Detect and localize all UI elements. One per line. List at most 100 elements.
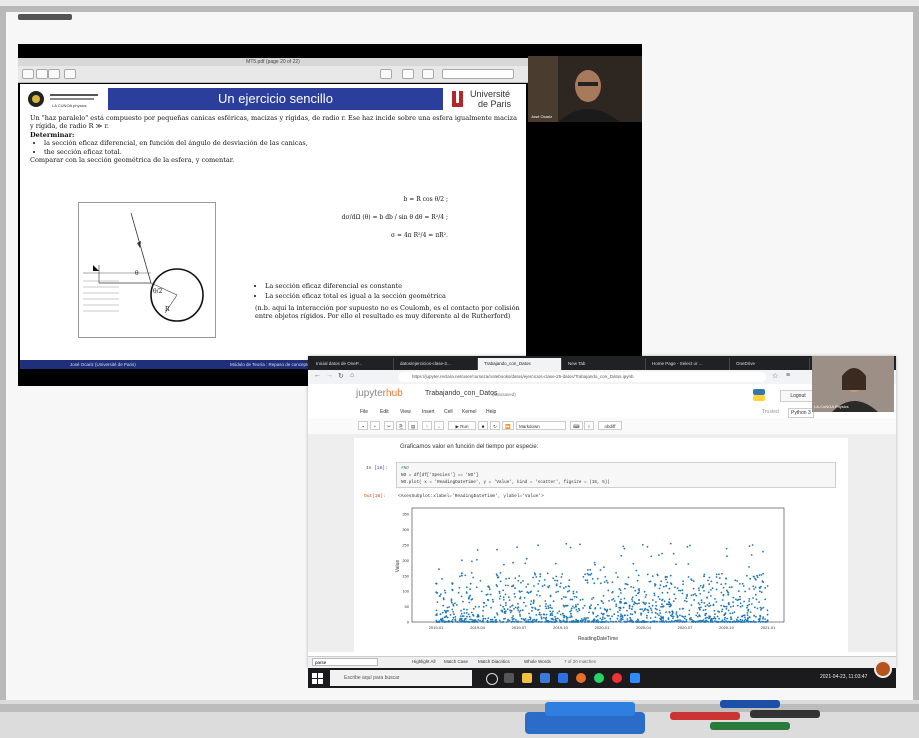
task-view-icon[interactable] bbox=[504, 673, 514, 683]
tab-home[interactable]: Home Page - Select or ... bbox=[646, 358, 730, 370]
zoom-out-button[interactable] bbox=[36, 69, 48, 79]
scatter-point bbox=[630, 586, 632, 588]
scatter-point bbox=[658, 598, 661, 600]
scatter-point bbox=[441, 578, 443, 580]
scatter-point bbox=[507, 584, 509, 587]
keyboard-icon[interactable]: ⌨ bbox=[570, 421, 583, 430]
tab-trabajando[interactable]: Trabajando_con_Datos bbox=[478, 358, 562, 370]
move-up-icon[interactable]: ↑ bbox=[422, 421, 432, 430]
forward-icon[interactable]: → bbox=[326, 372, 333, 379]
circle-icon[interactable]: ○ bbox=[584, 421, 594, 430]
view-button[interactable] bbox=[22, 69, 34, 79]
find-highlight-all[interactable]: Highlight All bbox=[412, 658, 436, 666]
markup-button[interactable] bbox=[380, 69, 392, 79]
store-icon[interactable] bbox=[540, 673, 550, 683]
tab-datos[interactable]: datos/ejercicios-clase-2... bbox=[394, 358, 478, 370]
scatter-point bbox=[510, 585, 513, 588]
scatter-point bbox=[714, 613, 716, 615]
marker-red bbox=[670, 712, 740, 720]
logout-button[interactable]: Logout bbox=[780, 390, 816, 402]
code-cell[interactable]: #NO NO = df[df['Species'] == 'NO'] NO.pl… bbox=[396, 462, 836, 488]
menu-kernel[interactable]: Kernel bbox=[462, 406, 476, 418]
back-icon[interactable]: ← bbox=[314, 372, 321, 379]
scatter-point bbox=[442, 597, 445, 600]
zoom-icon[interactable] bbox=[630, 673, 640, 683]
radius-label: R bbox=[165, 306, 170, 313]
scatter-point bbox=[676, 587, 679, 590]
reload-icon[interactable]: ↻ bbox=[338, 372, 344, 380]
find-whole-words[interactable]: Whole Words bbox=[524, 658, 551, 666]
restart-icon[interactable]: ↻ bbox=[490, 421, 500, 430]
tab-new[interactable]: New Tab bbox=[562, 358, 646, 370]
scatter-point bbox=[690, 604, 693, 606]
find-match-case[interactable]: Match Case bbox=[444, 658, 468, 666]
y-tick-label: 350 bbox=[402, 512, 409, 517]
cut-icon[interactable]: ✂ bbox=[384, 421, 394, 430]
scatter-point bbox=[755, 578, 757, 581]
file-explorer-icon[interactable] bbox=[522, 673, 532, 683]
find-match-diacritics[interactable]: Match Diacritics bbox=[478, 658, 510, 666]
menu-edit[interactable]: Edit bbox=[380, 406, 389, 418]
menu-view[interactable]: View bbox=[400, 406, 411, 418]
scatter-point bbox=[698, 603, 701, 606]
scatter-point bbox=[563, 614, 566, 617]
firefox-icon[interactable] bbox=[576, 673, 586, 683]
paste-icon[interactable]: ▤ bbox=[408, 421, 419, 430]
scatter-point bbox=[757, 620, 760, 623]
tab-onedrive[interactable]: OneDrive bbox=[730, 358, 810, 370]
fast-forward-icon[interactable]: ⏩ bbox=[502, 421, 514, 430]
scatter-point bbox=[537, 583, 540, 585]
menu-insert[interactable]: Insert bbox=[422, 406, 435, 418]
scatter-point bbox=[475, 586, 478, 589]
whatsapp-icon[interactable] bbox=[594, 673, 604, 683]
move-down-icon[interactable]: ↓ bbox=[434, 421, 444, 430]
windows-start-icon[interactable] bbox=[312, 672, 324, 684]
scatter-point bbox=[519, 591, 521, 593]
scatter-point bbox=[764, 621, 766, 623]
scatter-point bbox=[748, 545, 751, 547]
url-field[interactable]: https://jupyter.reclara.net/user/curseza… bbox=[398, 372, 766, 382]
menu-cell[interactable]: Cell bbox=[444, 406, 453, 418]
scatter-point bbox=[592, 596, 595, 599]
scatter-point bbox=[690, 594, 693, 597]
tab-inicial[interactable]: Inicial datos de OneP... bbox=[310, 358, 394, 370]
menu-help[interactable]: Help bbox=[486, 406, 496, 418]
scatter-point bbox=[747, 617, 749, 619]
menu-file[interactable]: File bbox=[360, 406, 368, 418]
notebook-name[interactable]: Trabajando_con_Datos bbox=[425, 390, 498, 397]
markdown-cell[interactable]: Graficamos valor en función del tiempo p… bbox=[400, 444, 538, 450]
insert-cell-icon[interactable]: + bbox=[370, 421, 380, 430]
zoom-in-button[interactable] bbox=[48, 69, 60, 79]
rotate-button[interactable] bbox=[402, 69, 414, 79]
scatter-point bbox=[607, 621, 610, 623]
jupyterhub-logo[interactable]: jupyterhub bbox=[356, 388, 403, 399]
scatter-point bbox=[603, 608, 606, 610]
nbdiff-button[interactable]: nbdiff bbox=[598, 421, 622, 430]
pdf-search-field[interactable] bbox=[442, 69, 514, 79]
menu-icon[interactable]: ≡ bbox=[786, 372, 790, 379]
edit-button[interactable] bbox=[422, 69, 434, 79]
find-input[interactable]: parse bbox=[312, 658, 378, 666]
mail-icon[interactable] bbox=[558, 673, 568, 683]
app-icon[interactable] bbox=[612, 673, 622, 683]
stop-icon[interactable]: ■ bbox=[478, 421, 488, 430]
cortana-icon[interactable] bbox=[486, 673, 498, 685]
share-button[interactable] bbox=[64, 69, 76, 79]
copy-icon[interactable]: ⎘ bbox=[396, 421, 406, 430]
scatter-point bbox=[551, 607, 553, 610]
scatter-point bbox=[601, 618, 604, 620]
save-icon[interactable]: ▪ bbox=[358, 421, 368, 430]
scatter-point bbox=[667, 617, 670, 619]
marker-black bbox=[750, 710, 820, 718]
scatter-point bbox=[552, 577, 555, 580]
scatter-point bbox=[679, 589, 682, 592]
scatter-point bbox=[566, 604, 569, 607]
x-tick-label: 2019-01 bbox=[429, 625, 444, 630]
bookmark-icon[interactable]: ☆ bbox=[772, 372, 778, 380]
scatter-point bbox=[762, 606, 765, 609]
taskbar-search[interactable]: Escribe aquí para buscar bbox=[330, 670, 472, 686]
cell-type-select[interactable]: Markdown bbox=[516, 421, 566, 430]
home-icon[interactable]: ⌂ bbox=[350, 372, 354, 379]
run-button[interactable]: ▶ Run bbox=[448, 421, 476, 430]
kernel-indicator[interactable]: Python 3 bbox=[788, 408, 814, 418]
